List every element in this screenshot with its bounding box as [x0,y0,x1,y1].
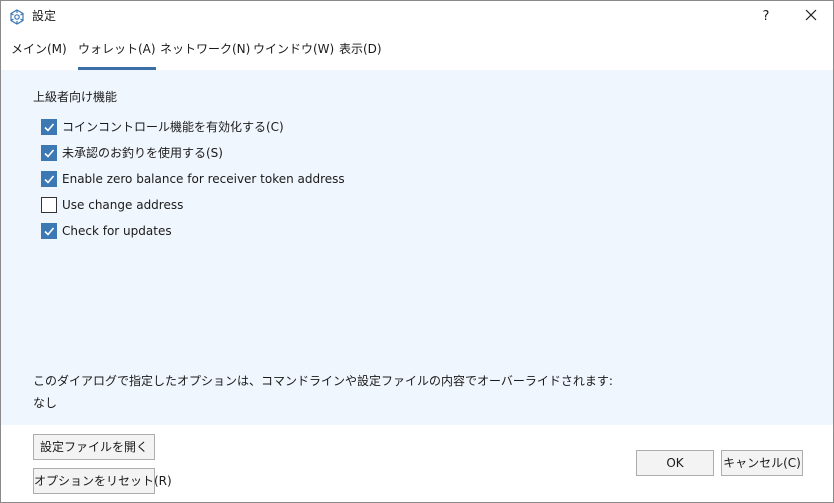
option-label: Check for updates [62,224,172,238]
checkmark-icon [44,149,55,158]
close-icon [805,9,817,24]
tab-network[interactable]: ネットワーク(N) [160,41,250,57]
title-bar: 設定 ? [1,1,833,32]
override-note: このダイアログで指定したオプションは、コマンドラインや設定ファイルの内容でオーバ… [33,374,613,388]
option-coin-control[interactable]: コインコントロール機能を有効化する(C) [41,119,284,135]
close-button[interactable] [788,1,833,32]
option-label: コインコントロール機能を有効化する(C) [62,120,284,134]
tab-display[interactable]: 表示(D) [339,41,382,57]
option-label: Use change address [62,198,184,212]
option-label: Enable zero balance for receiver token a… [62,172,345,186]
override-value: なし [33,396,58,410]
tab-wallet[interactable]: ウォレット(A) [78,41,156,70]
tab-bar: メイン(M) ウォレット(A) ネットワーク(N) ウインドウ(W) 表示(D) [1,32,833,70]
settings-dialog: 設定 ? メイン(M) ウォレット(A) ネットワーク(N) ウインドウ(W) … [0,0,834,503]
checkbox-zero-balance[interactable] [41,171,57,187]
open-config-button[interactable]: 設定ファイルを開く [33,434,155,460]
checkmark-icon [44,175,55,184]
checkmark-icon [44,227,55,236]
option-change-address[interactable]: Use change address [41,197,183,213]
checkbox-coin-control[interactable] [41,119,57,135]
app-logo-icon [9,9,25,25]
option-spend-unconfirmed[interactable]: 未承認のお釣りを使用する(S) [41,145,223,161]
window-title: 設定 [32,9,57,23]
checkmark-icon [44,123,55,132]
ok-button[interactable]: OK [636,450,714,476]
option-label: 未承認のお釣りを使用する(S) [62,146,223,160]
button-area: 設定ファイルを開く オプションをリセット(R) OK キャンセル(C) [1,425,833,502]
reset-options-button[interactable]: オプションをリセット(R) [33,468,172,494]
wallet-settings-panel: 上級者向け機能 コインコントロール機能を有効化する(C) 未承認のお釣りを使用す… [1,70,833,425]
cancel-button[interactable]: キャンセル(C) [721,450,803,476]
help-button[interactable]: ? [746,1,786,32]
tab-window[interactable]: ウインドウ(W) [253,41,334,57]
tab-main[interactable]: メイン(M) [11,41,67,57]
option-check-updates[interactable]: Check for updates [41,223,172,239]
section-title: 上級者向け機能 [33,90,118,104]
checkbox-check-updates[interactable] [41,223,57,239]
checkbox-spend-unconfirmed[interactable] [41,145,57,161]
checkbox-change-address[interactable] [41,197,57,213]
option-zero-balance[interactable]: Enable zero balance for receiver token a… [41,171,345,187]
